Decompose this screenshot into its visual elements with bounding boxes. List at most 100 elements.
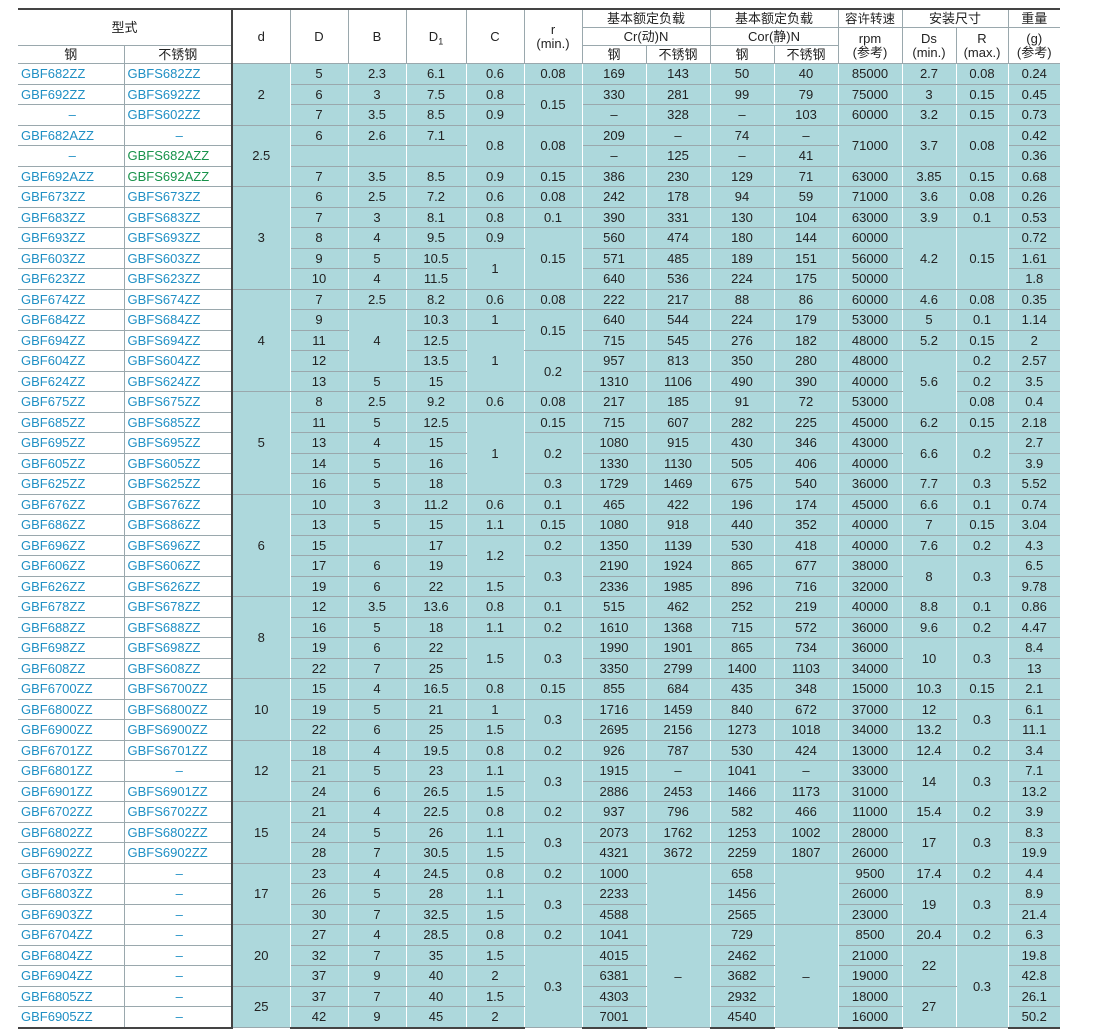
cell-B [348,145,407,167]
cell-cr-stainless: 607 [646,412,711,433]
cell-C: 1.1 [466,617,525,638]
cell-rpm: 9500 [838,863,903,884]
table-row: GBF693ZZ GBFS693ZZ 8 4 9.5 0.9 0.15 560 474 180 14… [18,227,1060,290]
cell-model-stainless: – [124,904,233,925]
cell-cr-steel: 1080 [582,514,647,536]
cell-cr-stainless: 217 [646,289,711,310]
cell-model-stainless: GBFS602ZZ [124,104,233,126]
cell-C: 1 [466,330,525,392]
cell-cr-steel: 2073 [582,822,647,843]
header-speed: 容许转速 [838,8,903,28]
cell-B: 7 [348,842,407,864]
table-row: GBF685ZZ GBFS685ZZ 11 5 12.5 1 0.15 715 607 282 22… [18,412,1060,495]
cell-C: 1.5 [466,986,525,1007]
cell-D1: 8.5 [406,166,467,187]
cell-D: 21 [290,801,349,823]
cell-rpm: 26000 [838,842,903,864]
cell-cor-steel: 350 [710,350,775,372]
cell-B: 4 [348,678,407,700]
cell-rpm: 40000 [838,371,903,392]
cell-weight: 26.1 [1008,986,1060,1007]
cell-D1: 26.5 [406,781,467,802]
cell-D1: 12.5 [406,330,467,351]
cell-B: 5 [348,883,407,905]
cell-cr-steel: 1330 [582,453,647,474]
cell-r: 0.3 [524,945,583,1028]
cell-d: 20 [231,924,291,987]
cell-ds: 8 [902,555,957,597]
cell-model-steel: GBF6905ZZ [18,1006,125,1029]
cell-ds: 12.4 [902,740,957,761]
cell-rpm: 34000 [838,719,903,741]
cell-cor-stainless: – [774,760,839,782]
cell-cor-stainless: 1018 [774,719,839,741]
cell-D1: 28 [406,883,467,905]
cell-model-stainless: GBFS698ZZ [124,637,233,659]
cell-weight: 2 [1008,330,1060,351]
cell-model-stainless: GBFS693ZZ [124,227,233,249]
header-type: 型式 [18,8,233,46]
cell-D1: 8.2 [406,289,467,310]
cell-cor-steel: 224 [710,309,775,331]
cell-cor-steel: 1041 [710,760,775,782]
cell-ds: 19 [902,883,957,925]
cell-C: 0.6 [466,186,525,208]
cell-model-steel: GBF678ZZ [18,596,125,618]
cell-cor-steel: 3682 [710,965,775,987]
cell-D: 37 [290,965,349,987]
cell-rpm: 40000 [838,535,903,556]
cell-cor-steel: 180 [710,227,775,249]
cell-rpm: 33000 [838,760,903,782]
header-R: R (max.) [956,27,1009,64]
cell-cr-steel: 1000 [582,863,647,884]
cell-D: 37 [290,986,349,1007]
cell-C: 0.8 [466,84,525,105]
cell-weight: 8.3 [1008,822,1060,843]
header-ds: Ds (min.) [902,27,957,64]
cell-weight: 2.1 [1008,678,1060,700]
cell-model-stainless: GBFS626ZZ [124,576,233,597]
cell-weight: 0.24 [1008,63,1060,85]
cell-cr-steel: 2336 [582,576,647,597]
cell-cor-steel: 99 [710,84,775,105]
cell-D: 19 [290,576,349,597]
cell-D1 [406,145,467,167]
table-row: GBF686ZZ GBFS686ZZ 13 5 15 1.1 0.15 1080 918 440 3… [18,514,1060,536]
cell-model-steel: GBF684ZZ [18,309,125,331]
cell-D1: 19.5 [406,740,467,761]
cell-cr-steel: 4303 [582,986,647,1007]
cell-weight: 3.4 [1008,740,1060,761]
cell-R: 0.08 [956,63,1009,85]
cell-rpm: 19000 [838,965,903,987]
header-r: r (min.) [524,8,583,64]
cell-cr-stainless: – [646,125,711,146]
cell-D: 18 [290,740,349,761]
cell-r: 0.3 [524,822,583,864]
cell-cr-stainless: 143 [646,63,711,85]
cell-R: 0.1 [956,596,1009,618]
cell-ds: 14 [902,760,957,802]
table-row: GBF688ZZ GBFS688ZZ 16 5 18 1.1 0.2 1610 1368 715 5… [18,617,1060,638]
cell-model-stainless: GBFS682AZZ [124,145,233,167]
cell-model-steel: GBF6901ZZ [18,781,125,802]
cell-cor-stainless: 71 [774,166,839,187]
cell-model-steel: GBF673ZZ [18,186,125,208]
cell-d: 2.5 [231,125,291,187]
cell-rpm: 43000 [838,432,903,454]
cell-cor-steel: 1273 [710,719,775,741]
cell-D1: 26 [406,822,467,843]
cell-rpm: 56000 [838,248,903,269]
cell-cr-steel: 217 [582,391,647,413]
cell-rpm: 50000 [838,268,903,290]
cell-cr-stainless: 684 [646,678,711,700]
cell-B: 3 [348,494,407,515]
cell-cr-stainless: 787 [646,740,711,761]
cell-cor-steel: 1400 [710,658,775,679]
cell-B: 4 [348,432,407,454]
cell-R: 0.15 [956,412,1009,433]
cell-weight: 13 [1008,658,1060,679]
cell-C: 1.5 [466,842,525,864]
cell-B: 4 [348,309,407,372]
cell-D1: 10.3 [406,309,467,331]
cell-rpm: 21000 [838,945,903,966]
